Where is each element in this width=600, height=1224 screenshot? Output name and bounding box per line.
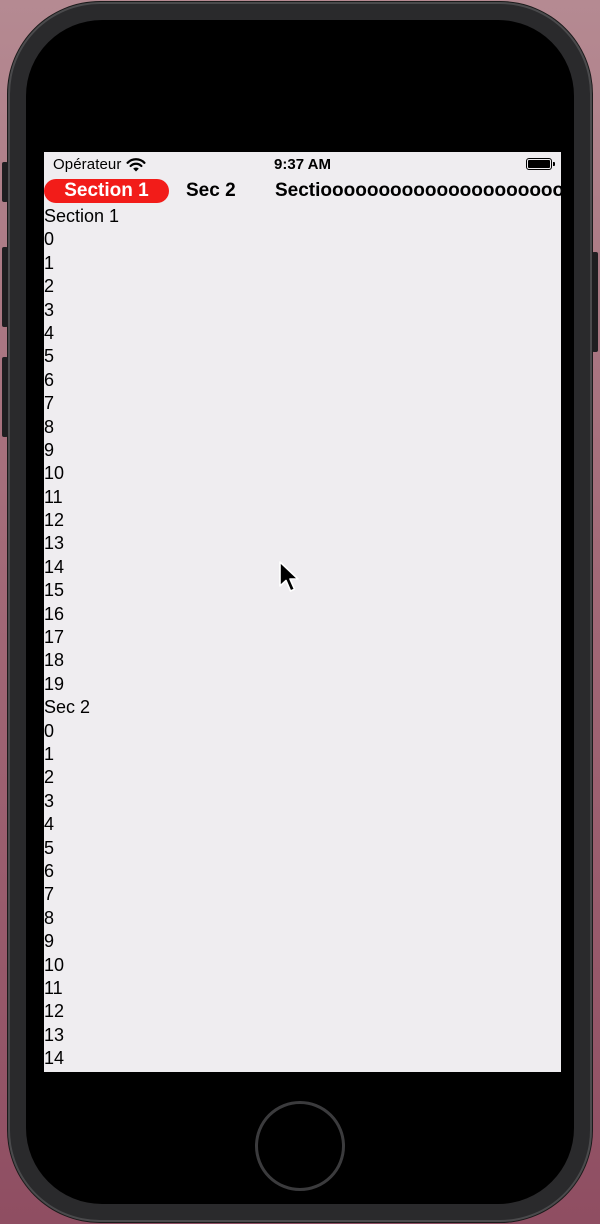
tab-sec-2[interactable]: Sec 2 <box>186 179 236 203</box>
list-item[interactable]: 14 <box>44 1047 561 1070</box>
list-item[interactable]: 6 <box>44 860 561 883</box>
list-item[interactable]: 15 <box>44 579 561 602</box>
sections-list: Section 1 0 1 2 3 4 5 6 7 8 9 10 11 12 13 14 15 16 17 18 19 S… <box>44 205 561 1070</box>
mouse-cursor-icon <box>279 561 299 592</box>
list-item[interactable]: 9 <box>44 930 561 953</box>
list-item[interactable]: 1 <box>44 743 561 766</box>
list-item[interactable]: 3 <box>44 790 561 813</box>
section-header: Section 1 <box>44 206 120 226</box>
list-item[interactable]: 5 <box>44 837 561 860</box>
list-item[interactable]: 6 <box>44 369 561 392</box>
list-item[interactable]: 12 <box>44 1000 561 1023</box>
list-item[interactable]: 10 <box>44 954 561 977</box>
list-item[interactable]: 7 <box>44 883 561 906</box>
list-item[interactable]: 13 <box>44 532 561 555</box>
volume-up-button <box>2 247 8 327</box>
status-time: 9:37 AM <box>274 156 331 173</box>
list-item[interactable]: 2 <box>44 275 561 298</box>
list-item[interactable]: 4 <box>44 322 561 345</box>
list-item[interactable]: 12 <box>44 509 561 532</box>
volume-down-button <box>2 357 8 437</box>
list-item[interactable]: 3 <box>44 299 561 322</box>
list-item[interactable]: 11 <box>44 977 561 1000</box>
battery-nub <box>553 162 555 166</box>
list-item[interactable]: 11 <box>44 486 561 509</box>
section-tab-bar: Section 1 Sec 2 Sectiooooooooooooooooooo… <box>44 178 561 205</box>
list-item[interactable]: 8 <box>44 416 561 439</box>
power-button <box>592 252 598 352</box>
list-item[interactable]: 0 <box>44 228 561 251</box>
list-item[interactable]: 18 <box>44 649 561 672</box>
list-item[interactable]: 2 <box>44 766 561 789</box>
list-item[interactable]: 14 <box>44 556 561 579</box>
tab-section-1[interactable]: Section 1 <box>44 179 169 203</box>
tab-section-long[interactable]: Sectioooooooooooooooooooooo <box>275 179 561 203</box>
list-item[interactable]: 8 <box>44 907 561 930</box>
list-item[interactable]: 10 <box>44 462 561 485</box>
list-item[interactable]: 5 <box>44 345 561 368</box>
status-bar: Opérateur 9:37 AM <box>44 152 561 178</box>
list-item[interactable]: 7 <box>44 392 561 415</box>
battery-level <box>528 160 550 168</box>
battery-icon <box>526 158 555 170</box>
list-item[interactable]: 16 <box>44 603 561 626</box>
list-item[interactable]: 13 <box>44 1024 561 1047</box>
list-item[interactable]: 0 <box>44 720 561 743</box>
app-screen: Opérateur 9:37 AM Section 1 Sec 2 Sectio… <box>44 152 561 1072</box>
section-header: Sec 2 <box>44 697 91 718</box>
list-item[interactable]: 9 <box>44 439 561 462</box>
home-button[interactable] <box>255 1101 345 1191</box>
list-item[interactable]: 4 <box>44 813 561 836</box>
silent-switch <box>2 162 8 202</box>
list-item[interactable]: 19 <box>44 673 561 696</box>
list-item[interactable]: 17 <box>44 626 561 649</box>
list-item[interactable]: 1 <box>44 252 561 275</box>
